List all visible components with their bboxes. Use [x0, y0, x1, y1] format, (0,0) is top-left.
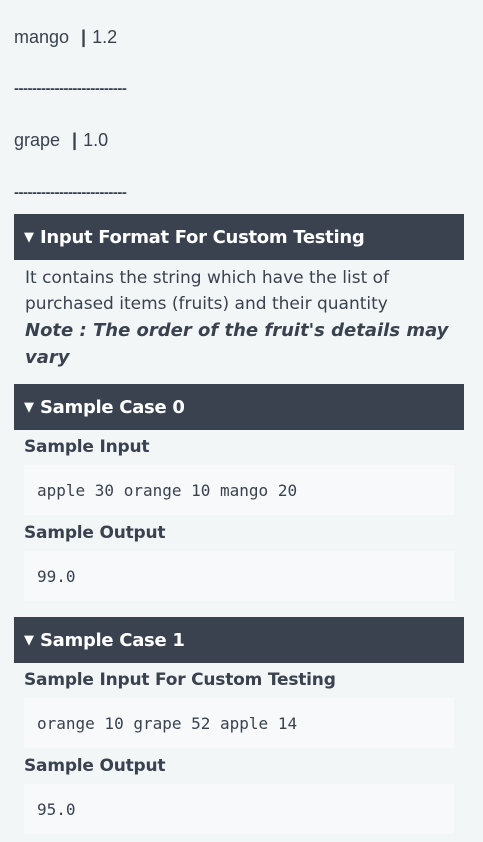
- fruit-name: grape: [14, 130, 61, 150]
- separator-line: -------------------------: [14, 80, 127, 97]
- caret-down-icon: ▼: [24, 399, 34, 415]
- sample-output-box: 99.0: [24, 551, 454, 601]
- sample-output-label: Sample Output: [24, 523, 166, 543]
- sample-case-0-header[interactable]: ▼ Sample Case 0: [14, 384, 464, 430]
- section-title: Sample Case 0: [40, 396, 185, 418]
- caret-down-icon: ▼: [24, 632, 34, 648]
- pipe-separator: |: [72, 130, 78, 150]
- caret-down-icon: ▼: [24, 229, 34, 245]
- section-title: Sample Case 1: [40, 629, 185, 651]
- fruit-name: mango: [14, 27, 70, 47]
- fruit-price: 1.0: [83, 130, 109, 150]
- price-line-mango: mango | 1.2: [14, 27, 117, 48]
- sample-output-box: 95.0: [24, 784, 454, 834]
- input-format-header[interactable]: ▼ Input Format For Custom Testing: [14, 214, 464, 260]
- sample-output-label: Sample Output: [24, 756, 166, 776]
- sample-input-label: Sample Input: [24, 437, 150, 457]
- fruit-price: 1.2: [92, 27, 118, 47]
- sample-input-box: apple 30 orange 10 mango 20: [24, 465, 454, 515]
- sample-case-1-header[interactable]: ▼ Sample Case 1: [14, 617, 464, 663]
- sample-input-box: orange 10 grape 52 apple 14: [24, 698, 454, 748]
- price-line-grape: grape | 1.0: [14, 130, 108, 151]
- sample-input-custom-label: Sample Input For Custom Testing: [24, 670, 336, 690]
- description-text: It contains the string which have the li…: [25, 268, 390, 314]
- pipe-separator: |: [81, 27, 87, 47]
- separator-line: -------------------------: [14, 184, 127, 201]
- order-note: Note : The order of the fruit's details …: [25, 320, 449, 368]
- input-format-description: It contains the string which have the li…: [25, 265, 455, 371]
- section-title: Input Format For Custom Testing: [40, 226, 365, 248]
